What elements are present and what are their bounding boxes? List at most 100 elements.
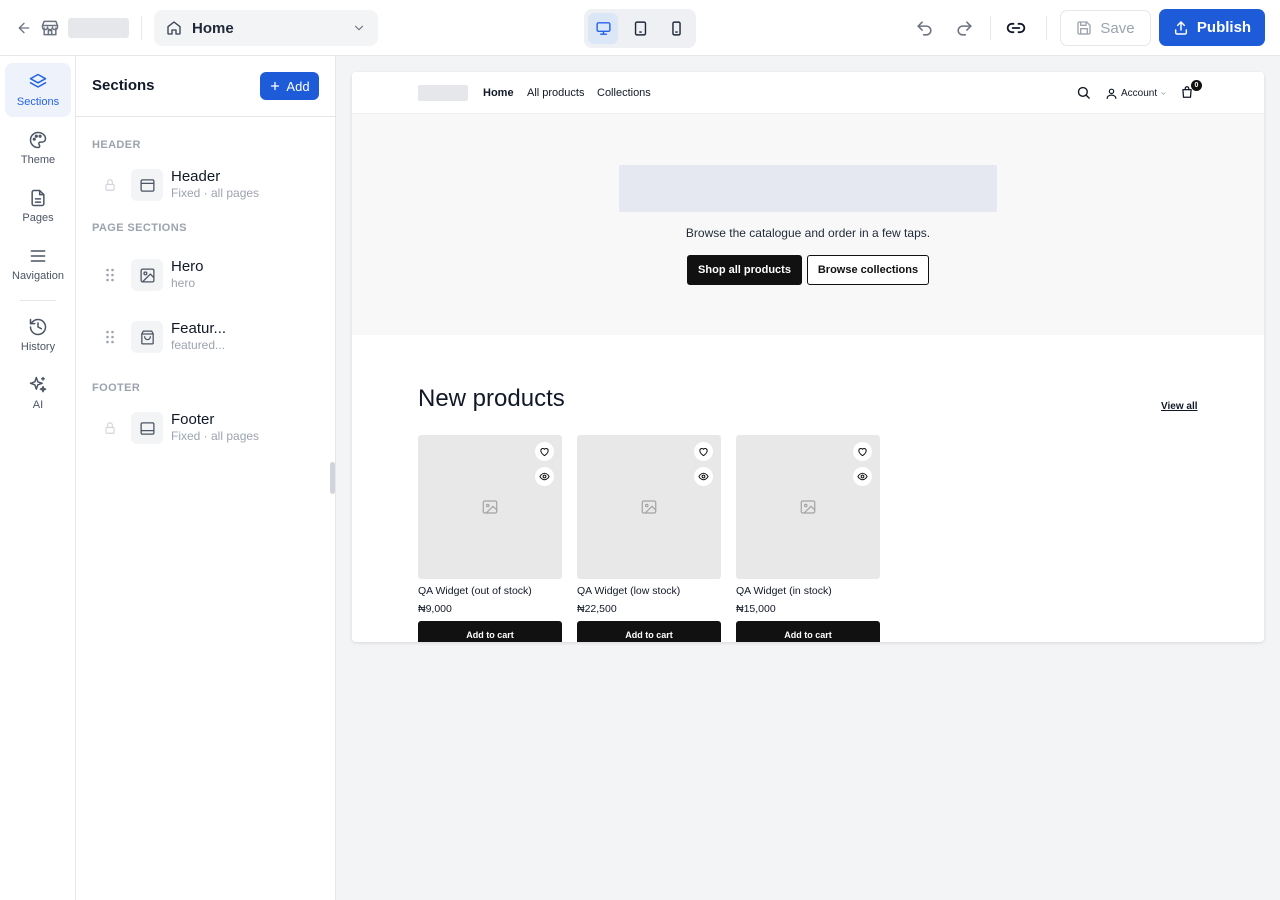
panel-resize-handle[interactable]: [330, 462, 335, 494]
section-name: Hero: [171, 258, 204, 275]
group-label-footer: FOOTER: [92, 382, 141, 394]
rail-item-history[interactable]: History: [5, 308, 71, 362]
eye-icon[interactable]: [694, 467, 713, 486]
link-icon[interactable]: [1002, 14, 1030, 42]
preview-canvas: Home All products Collections Account 0: [336, 56, 1280, 900]
account-menu[interactable]: Account: [1105, 85, 1167, 101]
rail-item-label: Navigation: [12, 270, 64, 282]
eye-icon[interactable]: [853, 467, 872, 486]
section-name: Header: [171, 168, 221, 185]
add-to-cart-button[interactable]: Add to cart: [577, 621, 721, 642]
palette-icon: [28, 130, 48, 150]
image-icon: [481, 498, 499, 516]
nav-link-collections[interactable]: Collections: [597, 87, 651, 99]
publish-label: Publish: [1196, 19, 1252, 36]
plus-icon: [269, 80, 281, 92]
mobile-view-button[interactable]: [661, 13, 691, 44]
search-icon[interactable]: [1076, 85, 1092, 101]
desktop-view-button[interactable]: [588, 13, 618, 44]
rail-item-sections[interactable]: Sections: [5, 63, 71, 117]
heart-icon[interactable]: [535, 442, 554, 461]
new-products-title: New products: [418, 385, 565, 412]
drag-handle-icon[interactable]: [103, 328, 117, 346]
layers-icon: [28, 72, 48, 92]
hero-title-placeholder: [619, 165, 997, 212]
section-row-featured[interactable]: Featur... featured...: [92, 312, 320, 362]
add-to-cart-button[interactable]: Add to cart: [418, 621, 562, 642]
storefront-preview: Home All products Collections Account 0: [352, 72, 1264, 642]
rail-item-theme[interactable]: Theme: [5, 121, 71, 175]
store-logo-placeholder[interactable]: [418, 85, 468, 101]
publish-button[interactable]: Publish: [1159, 9, 1265, 46]
sections-panel: Sections Add HEADER Header Fixed · all p…: [76, 56, 336, 900]
rail-item-label: AI: [32, 399, 44, 411]
image-icon: [799, 498, 817, 516]
rail-item-ai[interactable]: AI: [5, 366, 71, 420]
view-all-link[interactable]: View all: [1161, 401, 1198, 412]
cart-count-badge: 0: [1191, 80, 1202, 91]
sparkles-icon: [28, 375, 48, 395]
panel-title: Sections: [92, 77, 155, 94]
lock-icon: [103, 176, 117, 194]
heart-icon[interactable]: [853, 442, 872, 461]
group-label-header: HEADER: [92, 139, 141, 151]
product-price: ₦22,500: [577, 603, 617, 615]
undo-icon[interactable]: [910, 14, 938, 42]
chevron-down-icon: [1160, 90, 1167, 97]
product-name[interactable]: QA Widget (in stock): [736, 585, 832, 597]
section-subtitle: featured...: [171, 338, 226, 352]
rail-item-navigation[interactable]: Navigation: [5, 237, 71, 291]
rail-divider: [20, 300, 56, 301]
nav-link-all-products[interactable]: All products: [527, 87, 584, 99]
shopping-bag-icon: [131, 321, 163, 353]
footer-layout-icon: [131, 412, 163, 444]
left-rail: Sections Theme Pages Navigation History …: [0, 56, 76, 900]
chevron-down-icon: [352, 21, 366, 35]
divider: [141, 16, 142, 40]
add-label: Add: [286, 78, 310, 94]
top-bar: Home Save Publish: [0, 0, 1280, 56]
browse-collections-button[interactable]: Browse collections: [807, 255, 929, 285]
eye-icon[interactable]: [535, 467, 554, 486]
rail-item-pages[interactable]: Pages: [5, 179, 71, 233]
user-icon: [1105, 87, 1118, 100]
drag-handle-icon[interactable]: [103, 266, 117, 284]
page-select-label: Home: [192, 19, 234, 37]
history-icon: [28, 317, 48, 337]
save-button[interactable]: Save: [1060, 10, 1151, 46]
nav-link-home[interactable]: Home: [483, 87, 514, 99]
rail-item-label: History: [20, 341, 56, 353]
section-row-hero[interactable]: Hero hero: [92, 250, 320, 300]
section-subtitle: Fixed · all pages: [171, 429, 260, 443]
heart-icon[interactable]: [694, 442, 713, 461]
rail-item-label: Sections: [16, 96, 60, 108]
lock-icon: [103, 419, 117, 437]
panel-header: Sections Add: [76, 56, 335, 117]
product-name[interactable]: QA Widget (low stock): [577, 585, 680, 597]
section-subtitle: hero: [171, 276, 196, 290]
hero-subtitle: Browse the catalogue and order in a few …: [685, 226, 931, 240]
redo-icon[interactable]: [950, 14, 978, 42]
tablet-view-button[interactable]: [625, 13, 655, 44]
divider: [990, 16, 991, 40]
shop-all-button[interactable]: Shop all products: [687, 255, 802, 285]
product-price: ₦9,000: [418, 603, 452, 615]
divider: [1046, 16, 1047, 40]
section-name: Footer: [171, 411, 215, 428]
hero-section[interactable]: Browse the catalogue and order in a few …: [352, 114, 1264, 335]
save-icon: [1076, 20, 1092, 36]
desktop-icon: [595, 20, 612, 37]
product-price: ₦15,000: [736, 603, 776, 615]
page-select[interactable]: Home: [154, 10, 378, 46]
add-section-button[interactable]: Add: [260, 72, 319, 100]
group-label-page-sections: PAGE SECTIONS: [92, 222, 187, 234]
store-name-placeholder: [68, 18, 129, 38]
product-name[interactable]: QA Widget (out of stock): [418, 585, 532, 597]
section-row-header[interactable]: Header Fixed · all pages: [92, 160, 320, 210]
account-label: Account: [1121, 87, 1158, 99]
add-to-cart-button[interactable]: Add to cart: [736, 621, 880, 642]
save-label: Save: [1100, 19, 1135, 37]
tablet-icon: [632, 20, 649, 37]
back-arrow-icon[interactable]: [12, 16, 36, 40]
section-row-footer[interactable]: Footer Fixed · all pages: [92, 403, 320, 453]
